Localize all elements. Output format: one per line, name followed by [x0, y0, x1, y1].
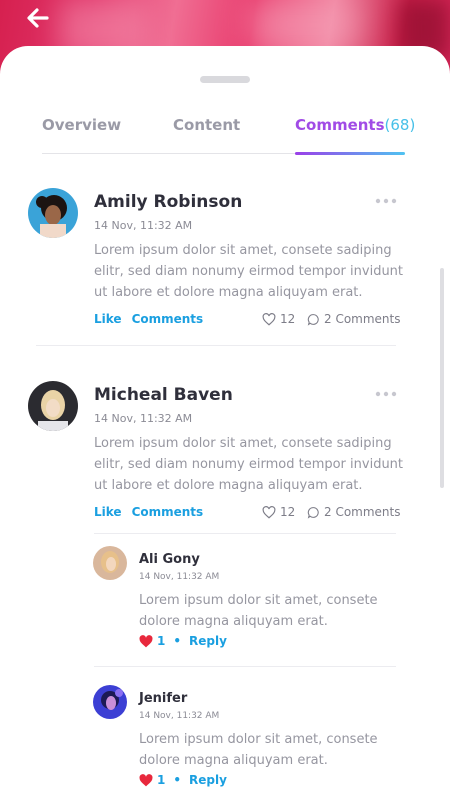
comment-actions: Like Comments — [94, 505, 213, 519]
likes-count: 12 — [280, 312, 296, 326]
reply-time: 14 Nov, 11:32 AM — [139, 711, 220, 721]
drag-handle[interactable] — [200, 76, 250, 83]
reply-actions: 1 • Reply — [139, 634, 227, 648]
comments-count-text: 2 Comments — [324, 312, 401, 326]
comment-text: Lorem ipsum dolor sit amet, consete sadi… — [94, 243, 404, 300]
reply-likes-count: 1 — [157, 773, 166, 787]
like-button[interactable]: Like — [94, 312, 122, 326]
reply-button[interactable]: Reply — [189, 634, 227, 648]
comment-text: Lorem ipsum dolor sit amet, consete sadi… — [94, 436, 404, 493]
tab-bar: Overview Content Comments(68) — [42, 116, 415, 155]
comment-time: 14 Nov, 11:32 AM — [94, 412, 193, 425]
heart-icon — [139, 773, 153, 786]
heart-outline-icon — [262, 312, 276, 326]
tab-content[interactable]: Content — [173, 116, 240, 134]
avatar — [93, 546, 127, 580]
tab-comments[interactable]: Comments(68) — [295, 116, 415, 134]
comment-bubble-icon — [307, 313, 319, 326]
comments-stat[interactable]: 2 Comments — [307, 312, 401, 326]
tab-overview[interactable]: Overview — [42, 116, 121, 134]
reply-actions: 1 • Reply — [139, 773, 227, 787]
heart-icon — [139, 634, 153, 647]
avatar — [28, 381, 78, 431]
more-options-button[interactable] — [375, 190, 397, 209]
heart-button[interactable] — [139, 634, 153, 648]
comments-button[interactable]: Comments — [132, 505, 204, 519]
more-dots-icon — [375, 391, 397, 397]
comment-actions: Like Comments — [94, 312, 213, 326]
comments-count-text: 2 Comments — [324, 505, 401, 519]
likes-stat[interactable]: 12 — [262, 312, 295, 326]
avatar — [28, 188, 78, 238]
reply-author: Ali Gony — [139, 552, 200, 567]
separator-dot: • — [173, 773, 182, 787]
scrollbar[interactable] — [440, 268, 444, 488]
divider — [94, 666, 396, 667]
comments-count: (68) — [384, 116, 416, 134]
comment-time: 14 Nov, 11:32 AM — [94, 219, 193, 232]
reply-button[interactable]: Reply — [189, 773, 227, 787]
reply-time: 14 Nov, 11:32 AM — [139, 572, 220, 582]
heart-outline-icon — [262, 505, 276, 519]
more-dots-icon — [375, 198, 397, 204]
comment-author: Micheal Baven — [94, 385, 233, 405]
divider — [36, 345, 396, 346]
reply-text: Lorem ipsum dolor sit amet, consete dolo… — [139, 593, 378, 629]
separator-dot: • — [173, 634, 182, 648]
likes-stat[interactable]: 12 — [262, 505, 295, 519]
likes-count: 12 — [280, 505, 296, 519]
back-button[interactable] — [24, 4, 52, 32]
comments-stat[interactable]: 2 Comments — [307, 505, 401, 519]
comment-bubble-icon — [307, 506, 319, 519]
comment-author: Amily Robinson — [94, 192, 243, 212]
heart-button[interactable] — [139, 773, 153, 787]
comments-button[interactable]: Comments — [132, 312, 204, 326]
divider — [94, 533, 396, 534]
avatar — [93, 685, 127, 719]
arrow-left-icon — [27, 8, 49, 28]
more-options-button[interactable] — [375, 383, 397, 402]
reply-author: Jenifer — [139, 691, 188, 706]
reply-text: Lorem ipsum dolor sit amet, consete dolo… — [139, 732, 378, 768]
reply-likes-count: 1 — [157, 634, 166, 648]
tab-comments-label: Comments — [295, 116, 385, 134]
like-button[interactable]: Like — [94, 505, 122, 519]
active-tab-indicator — [295, 152, 405, 155]
comments-sheet: Overview Content Comments(68) Amily Robi… — [0, 46, 450, 800]
